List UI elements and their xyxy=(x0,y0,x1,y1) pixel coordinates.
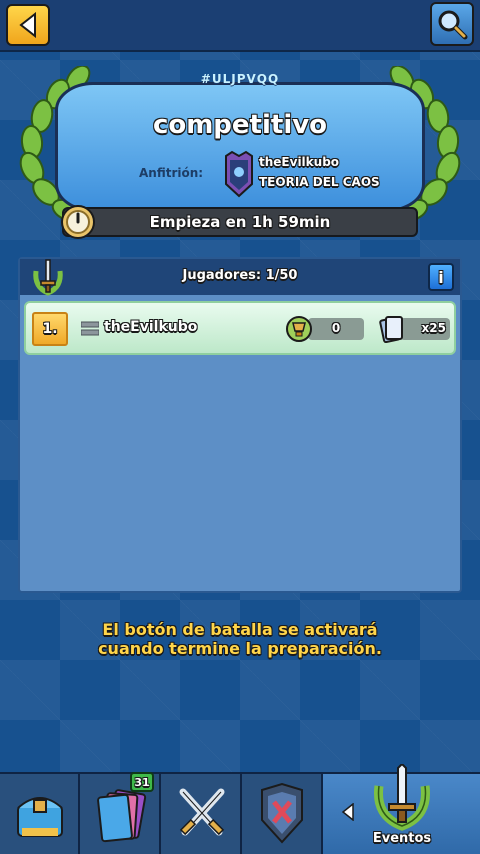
nav-clan[interactable] xyxy=(242,774,323,854)
players-panel: Jugadores: 1/50 i 1. theEvilkubo 0 x25 xyxy=(18,257,462,593)
search-button[interactable] xyxy=(430,2,474,46)
player-rank: 1. xyxy=(32,312,68,346)
tournament-tag: #ULJPVQQ xyxy=(200,72,280,86)
cards-count-badge: 31 xyxy=(130,772,154,792)
search-icon xyxy=(438,10,468,40)
card-deck-icon xyxy=(97,789,147,843)
players-count: Jugadores: 1/50 xyxy=(182,268,298,283)
player-row[interactable]: 1. theEvilkubo 0 x25 xyxy=(24,301,456,355)
top-bar xyxy=(0,0,480,52)
nav-battle[interactable] xyxy=(161,774,242,854)
player-cards: x25 xyxy=(421,321,446,335)
host-name[interactable]: theEvilkubo xyxy=(259,155,339,169)
countdown-text: Empieza en 1h 59min xyxy=(149,213,331,231)
player-trophies: 0 xyxy=(331,321,341,335)
back-arrow-icon xyxy=(19,12,36,38)
clan-shield-icon xyxy=(261,782,303,844)
nav-events-label: Eventos xyxy=(372,831,432,846)
host-label: Anfitrión: xyxy=(139,166,204,180)
players-panel-header: Jugadores: 1/50 i xyxy=(20,259,460,296)
back-button[interactable] xyxy=(6,4,50,46)
battle-notice: El botón de batalla se activará cuando t… xyxy=(98,620,382,658)
clan-badge-icon[interactable] xyxy=(222,150,256,198)
chevron-left-icon xyxy=(341,803,354,821)
chest-icon xyxy=(17,797,63,837)
nav-shop[interactable] xyxy=(0,774,80,854)
crossed-swords-icon xyxy=(179,788,225,836)
no-clan-icon xyxy=(81,321,99,336)
host-clan[interactable]: TEORIA DEL CAOS xyxy=(259,175,380,189)
tournament-title: competitivo xyxy=(152,110,328,140)
player-name: theEvilkubo xyxy=(104,319,198,335)
info-button[interactable]: i xyxy=(428,263,454,291)
events-sword-icon xyxy=(373,764,431,831)
